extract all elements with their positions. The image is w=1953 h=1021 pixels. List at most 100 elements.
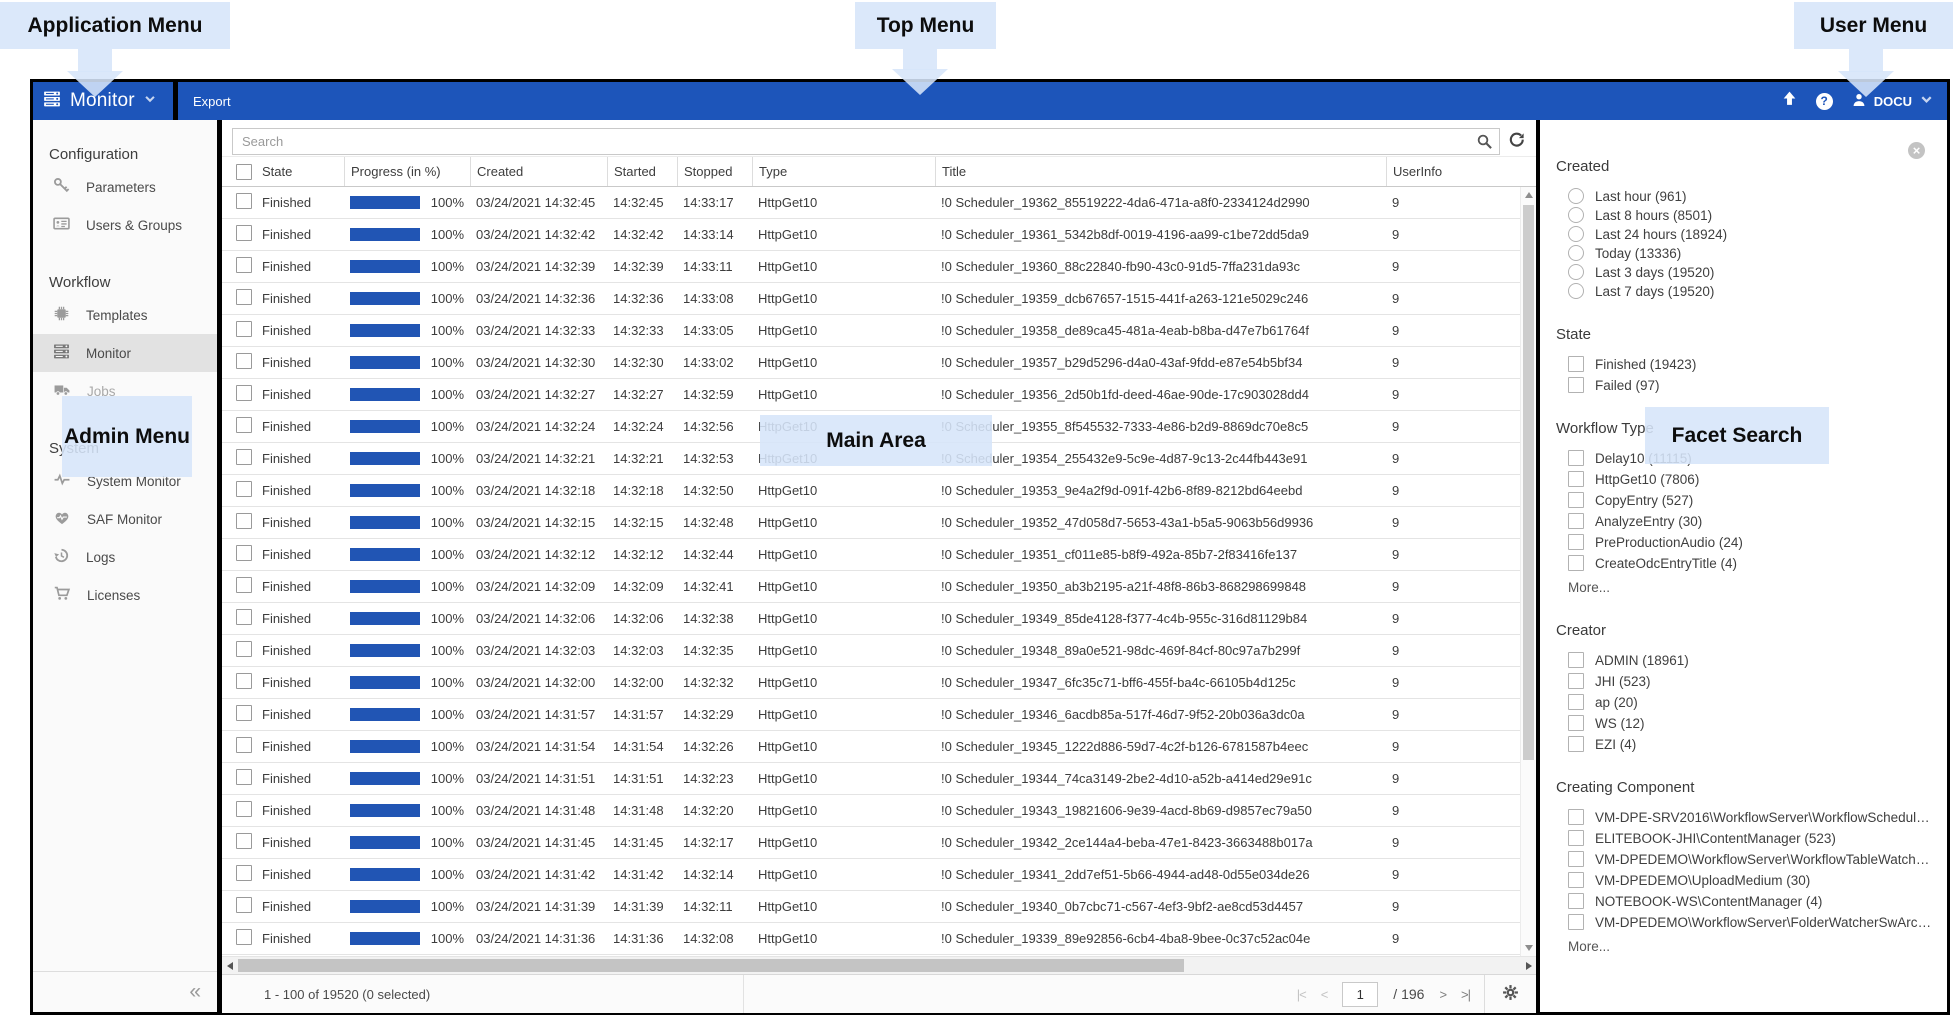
checkbox[interactable] (1568, 851, 1584, 867)
table-settings-button[interactable] (1484, 975, 1536, 1013)
checkbox[interactable] (1568, 809, 1584, 825)
table-row[interactable]: Finished100%03/24/2021 14:32:3314:32:331… (222, 315, 1536, 347)
vertical-scrollbar[interactable] (1520, 187, 1536, 956)
collapse-sidebar-button[interactable]: « (189, 980, 201, 1004)
row-checkbox[interactable] (236, 641, 252, 657)
table-row[interactable]: Finished100%03/24/2021 14:31:3914:31:391… (222, 891, 1536, 923)
first-page-button[interactable]: |< (1297, 987, 1306, 1002)
checkbox[interactable] (1568, 356, 1584, 372)
checkbox[interactable] (1568, 652, 1584, 668)
table-row[interactable]: Finished100%03/24/2021 14:32:4514:32:451… (222, 187, 1536, 219)
radio-button[interactable] (1568, 283, 1584, 299)
sidebar-item-users-groups[interactable]: Users & Groups (33, 206, 217, 244)
refresh-icon[interactable] (1508, 132, 1528, 150)
facet-option-createodcentrytitle-4[interactable]: CreateOdcEntryTitle (4) (1568, 555, 1933, 571)
checkbox[interactable] (1568, 736, 1584, 752)
checkbox[interactable] (1568, 377, 1584, 393)
sidebar-item-licenses[interactable]: Licenses (33, 576, 217, 614)
checkbox[interactable] (1568, 872, 1584, 888)
table-row[interactable]: Finished100%03/24/2021 14:32:1814:32:181… (222, 475, 1536, 507)
row-checkbox[interactable] (236, 833, 252, 849)
scroll-up-arrow[interactable] (1525, 192, 1533, 198)
checkbox[interactable] (1568, 471, 1584, 487)
table-row[interactable]: Finished100%03/24/2021 14:32:0014:32:001… (222, 667, 1536, 699)
facet-option-last-hour-961[interactable]: Last hour (961) (1568, 188, 1933, 204)
row-checkbox[interactable] (236, 513, 252, 529)
sidebar-item-monitor[interactable]: Monitor (33, 334, 217, 372)
table-row[interactable]: Finished100%03/24/2021 14:32:0314:32:031… (222, 635, 1536, 667)
row-checkbox[interactable] (236, 193, 252, 209)
column-header-started[interactable]: Started (607, 157, 677, 186)
facet-option-ap-20[interactable]: ap (20) (1568, 694, 1933, 710)
previous-page-button[interactable]: < (1321, 987, 1328, 1002)
facet-option-jhi-523[interactable]: JHI (523) (1568, 673, 1933, 689)
checkbox[interactable] (1568, 673, 1584, 689)
facet-option-admin-18961[interactable]: ADMIN (18961) (1568, 652, 1933, 668)
checkbox[interactable] (1568, 492, 1584, 508)
facet-more-link-workflow-type[interactable]: More... (1568, 580, 1933, 595)
sidebar-item-templates[interactable]: Templates (33, 296, 217, 334)
table-row[interactable]: Finished100%03/24/2021 14:32:2714:32:271… (222, 379, 1536, 411)
search-icon[interactable] (1476, 133, 1493, 155)
facet-option-last-3-days-19520[interactable]: Last 3 days (19520) (1568, 264, 1933, 280)
table-row[interactable]: Finished100%03/24/2021 14:32:3914:32:391… (222, 251, 1536, 283)
facet-option-today-13336[interactable]: Today (13336) (1568, 245, 1933, 261)
row-checkbox[interactable] (236, 673, 252, 689)
select-all-checkbox[interactable] (236, 164, 252, 180)
checkbox[interactable] (1568, 893, 1584, 909)
facet-option-last-8-hours-8501[interactable]: Last 8 hours (8501) (1568, 207, 1933, 223)
row-checkbox[interactable] (236, 897, 252, 913)
row-checkbox[interactable] (236, 545, 252, 561)
vertical-scrollbar-thumb[interactable] (1523, 205, 1534, 760)
facet-option-failed-97[interactable]: Failed (97) (1568, 377, 1933, 393)
row-checkbox[interactable] (236, 865, 252, 881)
table-row[interactable]: Finished100%03/24/2021 14:31:4814:31:481… (222, 795, 1536, 827)
facet-option-httpget10-7806[interactable]: HttpGet10 (7806) (1568, 471, 1933, 487)
checkbox[interactable] (1568, 715, 1584, 731)
row-checkbox[interactable] (236, 737, 252, 753)
facet-option-analyzeentry-30[interactable]: AnalyzeEntry (30) (1568, 513, 1933, 529)
table-row[interactable]: Finished100%03/24/2021 14:32:0614:32:061… (222, 603, 1536, 635)
table-row[interactable]: Finished100%03/24/2021 14:31:5114:31:511… (222, 763, 1536, 795)
table-row[interactable]: Finished100%03/24/2021 14:31:5714:31:571… (222, 699, 1536, 731)
table-row[interactable]: Finished100%03/24/2021 14:32:0914:32:091… (222, 571, 1536, 603)
column-header-type[interactable]: Type (752, 157, 935, 186)
facet-option-finished-19423[interactable]: Finished (19423) (1568, 356, 1933, 372)
facet-option-last-7-days-19520[interactable]: Last 7 days (19520) (1568, 283, 1933, 299)
checkbox[interactable] (1568, 534, 1584, 550)
column-header-progress[interactable]: Progress (in %) (344, 157, 470, 186)
row-checkbox[interactable] (236, 417, 252, 433)
facet-option-copyentry-527[interactable]: CopyEntry (527) (1568, 492, 1933, 508)
radio-button[interactable] (1568, 188, 1584, 204)
checkbox[interactable] (1568, 555, 1584, 571)
horizontal-scrollbar-thumb[interactable] (238, 959, 1184, 972)
column-header-state[interactable]: State (256, 157, 344, 186)
row-checkbox[interactable] (236, 577, 252, 593)
row-checkbox[interactable] (236, 801, 252, 817)
radio-button[interactable] (1568, 226, 1584, 242)
row-checkbox[interactable] (236, 385, 252, 401)
table-row[interactable]: Finished100%03/24/2021 14:32:1214:32:121… (222, 539, 1536, 571)
sidebar-item-parameters[interactable]: Parameters (33, 168, 217, 206)
row-checkbox[interactable] (236, 705, 252, 721)
checkbox[interactable] (1568, 914, 1584, 930)
row-checkbox[interactable] (236, 289, 252, 305)
row-checkbox[interactable] (236, 609, 252, 625)
radio-button[interactable] (1568, 245, 1584, 261)
facet-option-last-24-hours-18924[interactable]: Last 24 hours (18924) (1568, 226, 1933, 242)
table-row[interactable]: Finished100%03/24/2021 14:32:3614:32:361… (222, 283, 1536, 315)
facet-option-preproductionaudio-24[interactable]: PreProductionAudio (24) (1568, 534, 1933, 550)
table-row[interactable]: Finished100%03/24/2021 14:31:5414:31:541… (222, 731, 1536, 763)
next-page-button[interactable]: > (1439, 987, 1446, 1002)
help-icon[interactable]: ? (1816, 93, 1833, 110)
row-checkbox[interactable] (236, 225, 252, 241)
facet-option-ezi-4[interactable]: EZI (4) (1568, 736, 1933, 752)
scroll-right-arrow[interactable] (1526, 962, 1532, 970)
close-icon[interactable]: × (1908, 142, 1925, 159)
facet-option-notebook-ws-contentmanager-4[interactable]: NOTEBOOK-WS\ContentManager (4) (1568, 893, 1933, 909)
last-page-button[interactable]: >| (1461, 987, 1470, 1002)
facet-option-vm-dpedemo-uploadmedium-30[interactable]: VM-DPEDEMO\UploadMedium (30) (1568, 872, 1933, 888)
checkbox[interactable] (1568, 450, 1584, 466)
facet-option-ws-12[interactable]: WS (12) (1568, 715, 1933, 731)
table-row[interactable]: Finished100%03/24/2021 14:31:4514:31:451… (222, 827, 1536, 859)
